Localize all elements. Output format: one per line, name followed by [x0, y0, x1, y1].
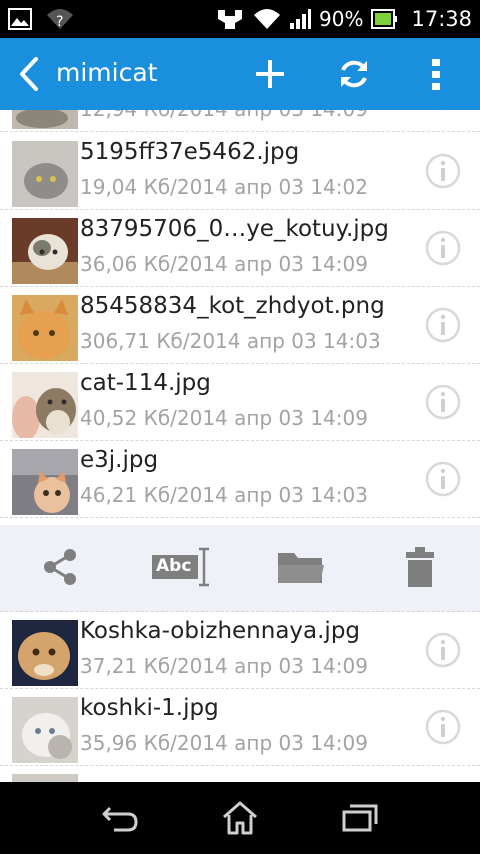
- folder-icon[interactable]: [276, 545, 326, 589]
- back-icon[interactable]: [14, 56, 44, 92]
- file-name: 85458834_kot_zhdyot.png: [80, 293, 385, 319]
- list-item[interactable]: e3j.jpg 46,21 Кб/2014 апр 03 14:03: [0, 441, 480, 518]
- add-icon[interactable]: [252, 56, 288, 92]
- file-meta: 36,06 Кб/2014 апр 03 14:09: [80, 252, 368, 276]
- file-action-bar: Abc: [0, 525, 480, 612]
- file-meta: 40,52 Кб/2014 апр 03 14:09: [80, 406, 368, 430]
- info-icon[interactable]: [424, 708, 462, 746]
- file-meta: 19,04 Кб/2014 апр 03 14:02: [80, 175, 368, 199]
- file-name: Koshka-obizhennaya.jpg: [80, 618, 361, 644]
- info-icon[interactable]: [424, 383, 462, 421]
- file-name: 5195ff37e5462.jpg: [80, 139, 300, 165]
- list-item[interactable]: [0, 766, 480, 782]
- file-list[interactable]: 12,94 Кб/2014 апр 03 14:09 5195ff37e5462…: [0, 110, 480, 782]
- system-nav-bar: [0, 782, 480, 854]
- file-name: e3j.jpg: [80, 447, 159, 473]
- battery-percent: 90%: [319, 7, 364, 31]
- wifi-question-icon: ?: [47, 9, 73, 30]
- file-thumbnail: [12, 295, 78, 361]
- refresh-icon[interactable]: [336, 56, 372, 92]
- info-icon[interactable]: [424, 460, 462, 498]
- rename-label: Abc: [156, 556, 192, 576]
- file-thumbnail: [12, 218, 78, 284]
- file-thumbnail: [12, 620, 78, 686]
- list-item[interactable]: 83795706_0…ye_kotuy.jpg 36,06 Кб/2014 ап…: [0, 210, 480, 287]
- file-thumbnail: [12, 449, 78, 515]
- info-icon[interactable]: [424, 229, 462, 267]
- file-thumbnail: [12, 110, 78, 129]
- file-thumbnail: [12, 697, 78, 763]
- file-meta: 306,71 Кб/2014 апр 03 14:03: [80, 329, 381, 353]
- info-icon[interactable]: [424, 110, 462, 112]
- clock: 17:38: [411, 7, 472, 31]
- share-icon[interactable]: [40, 545, 80, 589]
- image-icon: [8, 8, 32, 30]
- rename-button[interactable]: Abc: [152, 545, 212, 589]
- list-item[interactable]: cat-114.jpg 40,52 Кб/2014 апр 03 14:09: [0, 364, 480, 441]
- file-thumbnail: [12, 372, 78, 438]
- app-bar: mimicat: [0, 38, 480, 110]
- file-meta: 46,21 Кб/2014 апр 03 14:03: [80, 483, 368, 507]
- nav-back-icon[interactable]: [100, 800, 140, 836]
- battery-icon: [371, 9, 398, 29]
- info-icon[interactable]: [424, 306, 462, 344]
- wifi-icon: [254, 9, 281, 29]
- more-vert-icon[interactable]: [418, 56, 454, 92]
- svg-text:?: ?: [56, 14, 63, 30]
- recents-icon[interactable]: [340, 800, 380, 836]
- file-thumbnail: [12, 774, 78, 782]
- list-item[interactable]: koshki-1.jpg 35,96 Кб/2014 апр 03 14:09: [0, 689, 480, 766]
- list-item[interactable]: 85458834_kot_zhdyot.png 306,71 Кб/2014 а…: [0, 287, 480, 364]
- file-name: 83795706_0…ye_kotuy.jpg: [80, 216, 389, 242]
- home-icon[interactable]: [220, 800, 260, 836]
- app-title: mimicat: [56, 58, 158, 87]
- list-item[interactable]: 12,94 Кб/2014 апр 03 14:09: [0, 110, 480, 132]
- file-meta: 12,94 Кб/2014 апр 03 14:09: [80, 110, 368, 121]
- signal-icon: [290, 9, 312, 29]
- info-icon[interactable]: [424, 152, 462, 190]
- file-meta: 37,21 Кб/2014 апр 03 14:09: [80, 654, 368, 678]
- file-meta: 35,96 Кб/2014 апр 03 14:09: [80, 731, 368, 755]
- file-name: koshki-1.jpg: [80, 695, 219, 721]
- info-icon[interactable]: [424, 631, 462, 669]
- list-item[interactable]: 5195ff37e5462.jpg 19,04 Кб/2014 апр 03 1…: [0, 133, 480, 210]
- file-name: cat-114.jpg: [80, 370, 211, 396]
- list-item[interactable]: Koshka-obizhennaya.jpg 37,21 Кб/2014 апр…: [0, 612, 480, 689]
- status-bar: ? 90% 17:38: [0, 0, 480, 38]
- trash-icon[interactable]: [404, 545, 436, 589]
- file-thumbnail: [12, 141, 78, 207]
- usb-icon: [218, 10, 243, 29]
